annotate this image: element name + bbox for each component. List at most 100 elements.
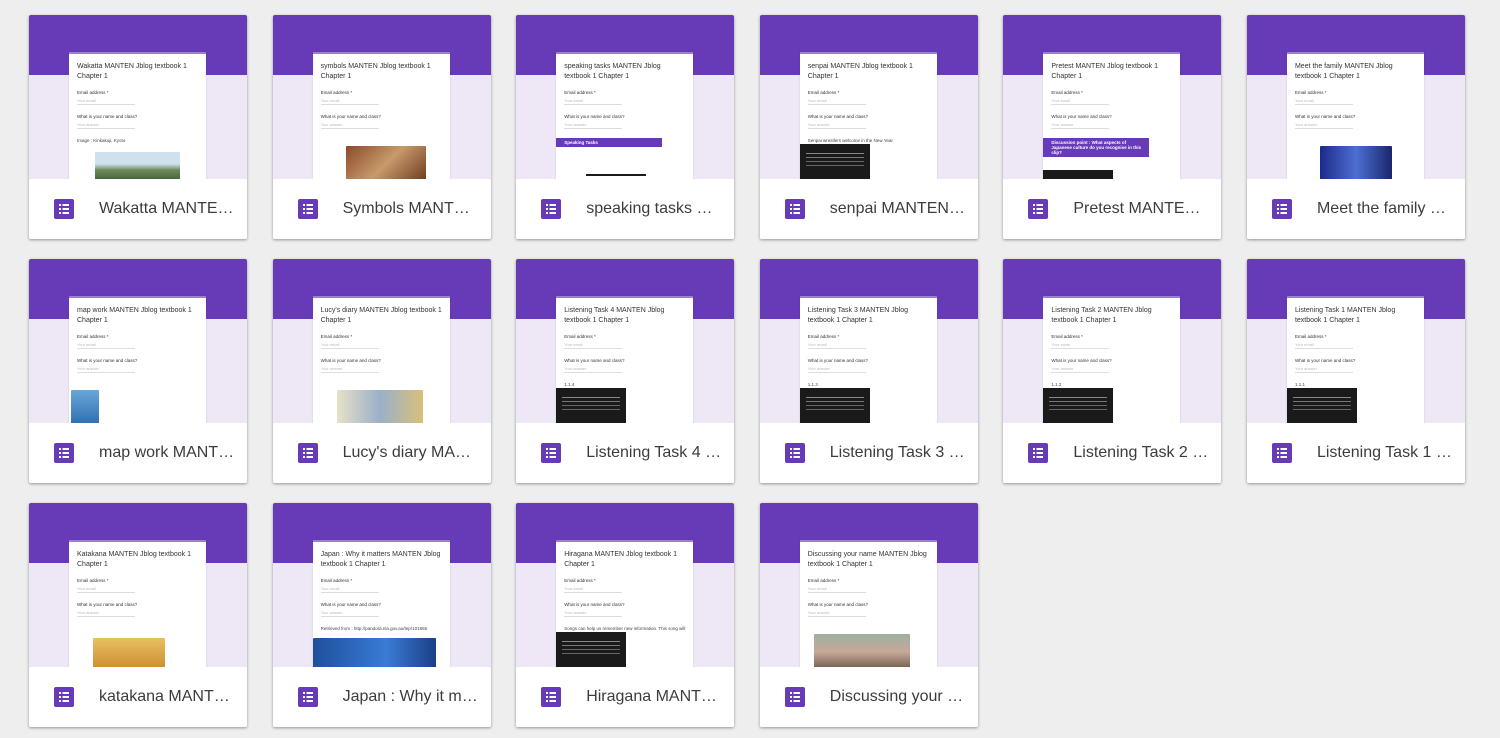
form-card[interactable]: Hiragana MANTEN Jblog textbook 1 Chapter… — [516, 503, 735, 727]
preview-answer-placeholder: Your answer — [1294, 122, 1353, 129]
preview-question: What is your name and class? — [320, 602, 381, 607]
preview-question: What is your name and class? — [1051, 358, 1112, 363]
form-card-title[interactable]: Listening Task 4 MANTEN Jblog textbook 1… — [586, 442, 723, 464]
preview-email-placeholder: Your email — [564, 98, 623, 105]
form-card[interactable]: senpai MANTEN Jblog textbook 1 Chapter 1… — [759, 15, 978, 239]
form-card-title[interactable]: Symbols MANTEN Jblog textbook 1 Chapter … — [343, 198, 480, 220]
form-card[interactable]: Lucy's diary MANTEN Jblog textbook 1 Cha… — [272, 259, 491, 483]
form-card[interactable]: speaking tasks MANTEN Jblog textbook 1 C… — [516, 15, 735, 239]
preview-sheet: Lucy's diary MANTEN Jblog textbook 1 Cha… — [312, 296, 450, 423]
preview-section-note: Image : Kinkakuji, Kyoto — [77, 138, 126, 143]
preview-video — [799, 144, 870, 179]
preview-image — [813, 634, 910, 667]
preview-image — [71, 390, 99, 423]
google-forms-icon — [297, 199, 318, 219]
form-card-footer: Discussing your name MANTEN Jblog textbo… — [759, 667, 978, 727]
form-card[interactable]: Katakana MANTEN Jblog textbook 1 Chapter… — [29, 503, 247, 727]
preview-question: What is your name and class? — [1051, 114, 1112, 119]
form-card[interactable]: Wakatta MANTEN Jblog textbook 1 Chapter … — [29, 15, 247, 239]
form-card[interactable]: Discussing your name MANTEN Jblog textbo… — [759, 503, 978, 727]
preview-form-title: Listening Task 2 MANTEN Jblog textbook 1… — [1051, 307, 1152, 324]
preview-section-note: Discussion point : What aspects of Japan… — [1043, 138, 1150, 157]
preview-question: What is your name and class? — [807, 358, 869, 363]
preview-sheet: Listening Task 2 MANTEN Jblog textbook 1… — [1043, 296, 1181, 423]
preview-answer-placeholder: Your answer — [1294, 366, 1353, 373]
preview-email-label: Email address * — [77, 334, 109, 339]
form-card-title[interactable]: Listening Task 3 MANTEN Jblog textbook 1… — [830, 442, 967, 464]
form-preview-thumbnail: Listening Task 3 MANTEN Jblog textbook 1… — [759, 259, 978, 423]
form-card-title[interactable]: Pretest MANTEN Jblog textbook 1 Chapter … — [1073, 198, 1210, 220]
preview-email-placeholder: Your email — [1294, 98, 1353, 105]
form-card-title[interactable]: Japan : Why it matters MANTEN Jblog text… — [343, 686, 480, 708]
preview-video — [556, 632, 627, 667]
form-card[interactable]: Listening Task 4 MANTEN Jblog textbook 1… — [516, 259, 735, 483]
preview-email-label: Email address * — [320, 578, 353, 583]
google-forms-icon — [541, 443, 562, 463]
preview-answer-placeholder: Your answer — [77, 610, 135, 617]
google-forms-icon — [54, 443, 74, 463]
form-card-footer: Japan : Why it matters MANTEN Jblog text… — [272, 667, 491, 727]
form-card[interactable]: Japan : Why it matters MANTEN Jblog text… — [272, 503, 491, 727]
form-card-title[interactable]: katakana MANTEN Jblog textbook 1 Chapter… — [99, 686, 236, 708]
preview-email-label: Email address * — [77, 578, 109, 583]
preview-video — [1286, 388, 1357, 423]
preview-sheet: Katakana MANTEN Jblog textbook 1 Chapter… — [69, 540, 206, 667]
form-card-footer: Wakatta MANTEN Jblog textbook 1 Chapter … — [29, 179, 247, 239]
form-card[interactable]: Pretest MANTEN Jblog textbook 1 Chapter … — [1003, 15, 1222, 239]
form-card-footer: Listening Task 1 MANTEN Jblog textbook 1… — [1246, 423, 1465, 483]
preview-email-label: Email address * — [807, 578, 840, 583]
preview-email-placeholder: Your email — [77, 586, 135, 593]
form-card[interactable]: Listening Task 1 MANTEN Jblog textbook 1… — [1246, 259, 1465, 483]
preview-form-title: Lucy's diary MANTEN Jblog textbook 1 Cha… — [320, 307, 442, 324]
preview-sheet: Listening Task 3 MANTEN Jblog textbook 1… — [799, 296, 937, 423]
form-card-title[interactable]: senpai MANTEN Jblog textbook 1 Chapter 1 — [830, 198, 967, 220]
preview-email-label: Email address * — [564, 578, 596, 583]
preview-email-label: Email address * — [1051, 334, 1083, 339]
preview-sheet: map work MANTEN Jblog textbook 1 Chapter… — [69, 296, 206, 423]
google-forms-icon — [297, 443, 318, 463]
form-card-title[interactable]: Wakatta MANTEN Jblog textbook 1 Chapter … — [99, 198, 236, 220]
preview-image — [93, 638, 165, 667]
preview-answer-placeholder: Your answer — [564, 122, 623, 129]
form-preview-thumbnail: speaking tasks MANTEN Jblog textbook 1 C… — [516, 15, 735, 179]
google-forms-icon — [784, 443, 805, 463]
preview-answer-placeholder: Your answer — [807, 122, 866, 129]
form-card-title[interactable]: map work MANTEN Jblog textbook 1 Chapter… — [99, 442, 236, 464]
form-card-title[interactable]: Lucy's diary MANTEN Jblog textbook 1 Cha… — [343, 442, 480, 464]
preview-email-label: Email address * — [1294, 334, 1327, 339]
form-card-title[interactable]: Listening Task 1 MANTEN Jblog textbook 1… — [1317, 442, 1454, 464]
forms-grid: Wakatta MANTEN Jblog textbook 1 Chapter … — [29, 15, 1465, 727]
preview-answer-placeholder: Your answer — [564, 610, 623, 617]
form-card-footer: Listening Task 4 MANTEN Jblog textbook 1… — [516, 423, 735, 483]
preview-sheet: Meet the family MANTEN Jblog textbook 1 … — [1286, 52, 1424, 179]
form-card-title[interactable]: Hiragana MANTEN Jblog textbook 1 Chapter… — [586, 686, 723, 708]
google-forms-icon — [1028, 443, 1049, 463]
form-card-footer: Listening Task 3 MANTEN Jblog textbook 1… — [759, 423, 978, 483]
google-forms-icon — [54, 199, 74, 219]
preview-sheet: speaking tasks MANTEN Jblog textbook 1 C… — [556, 52, 694, 179]
form-card[interactable]: map work MANTEN Jblog textbook 1 Chapter… — [29, 259, 247, 483]
preview-answer-placeholder: Your answer — [320, 610, 379, 617]
form-card-title[interactable]: Discussing your name MANTEN Jblog textbo… — [830, 686, 967, 708]
form-card-title[interactable]: speaking tasks MANTEN Jblog textbook 1 C… — [586, 198, 723, 220]
preview-question: What is your name and class? — [320, 358, 381, 363]
form-preview-thumbnail: Wakatta MANTEN Jblog textbook 1 Chapter … — [29, 15, 247, 179]
form-card-footer: Symbols MANTEN Jblog textbook 1 Chapter … — [272, 179, 491, 239]
form-card-title[interactable]: Listening Task 2 MANTEN Jblog textbook 1… — [1073, 442, 1210, 464]
form-card[interactable]: Listening Task 2 MANTEN Jblog textbook 1… — [1003, 259, 1222, 483]
form-card[interactable]: Listening Task 3 MANTEN Jblog textbook 1… — [759, 259, 978, 483]
form-preview-thumbnail: Listening Task 4 MANTEN Jblog textbook 1… — [516, 259, 735, 423]
form-card-footer: speaking tasks MANTEN Jblog textbook 1 C… — [516, 179, 735, 239]
form-card[interactable]: symbols MANTEN Jblog textbook 1 Chapter … — [272, 15, 491, 239]
preview-question: What is your name and class? — [564, 358, 625, 363]
preview-question: What is your name and class? — [77, 114, 138, 119]
form-preview-thumbnail: Katakana MANTEN Jblog textbook 1 Chapter… — [29, 503, 247, 667]
preview-sheet: Hiragana MANTEN Jblog textbook 1 Chapter… — [556, 540, 694, 667]
form-card-title[interactable]: Meet the family MANTEN Jblog textbook 1 … — [1317, 198, 1454, 220]
form-card[interactable]: Meet the family MANTEN Jblog textbook 1 … — [1246, 15, 1465, 239]
preview-email-placeholder: Your email — [77, 342, 135, 349]
form-preview-thumbnail: senpai MANTEN Jblog textbook 1 Chapter 1… — [759, 15, 978, 179]
preview-email-placeholder: Your email — [807, 586, 866, 593]
google-forms-icon — [1271, 199, 1292, 219]
preview-answer-placeholder: Your answer — [807, 366, 866, 373]
